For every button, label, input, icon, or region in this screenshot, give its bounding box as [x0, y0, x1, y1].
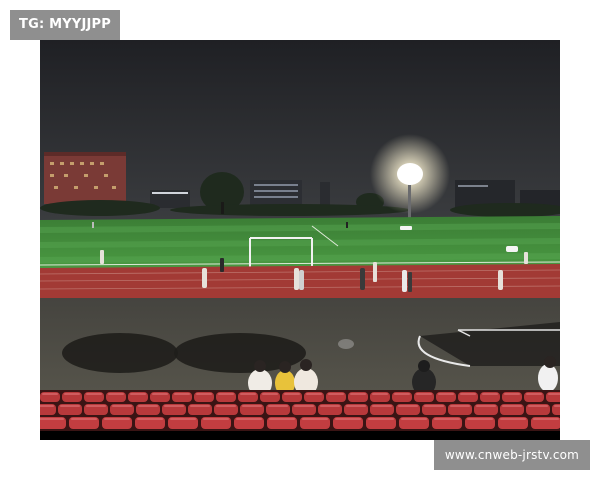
distant-building [320, 182, 330, 208]
stadium-seats [40, 390, 560, 431]
stadium-photo [40, 40, 560, 440]
shadow [62, 333, 178, 373]
floodlight [397, 163, 423, 185]
left-building [44, 152, 126, 204]
top-watermark: TG: MYYJJPP [10, 10, 120, 40]
bottom-watermark: www.cnweb-jrstv.com [434, 440, 590, 470]
